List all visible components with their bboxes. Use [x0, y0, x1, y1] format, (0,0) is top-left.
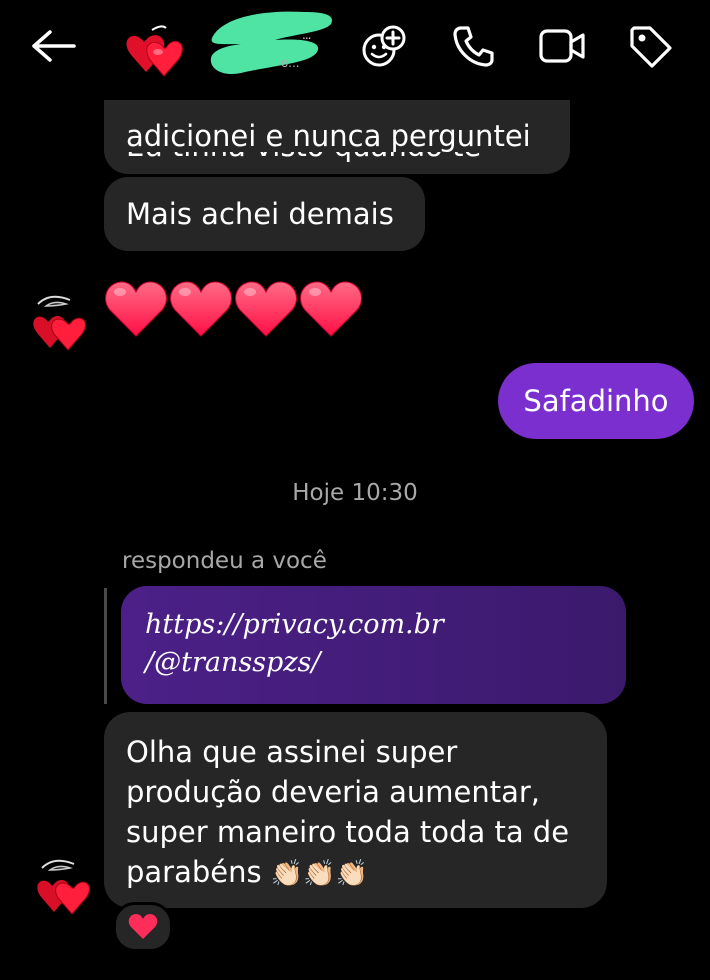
message-text: parabéns: [126, 855, 262, 889]
heart-reaction-icon: [128, 914, 158, 939]
reply-label: respondeu a você: [122, 548, 327, 574]
message-text-cut: Eu tinha visto quando te: [126, 152, 481, 166]
message-text: adicionei e nunca perguntei: [126, 119, 531, 153]
chat-header: ... o...: [0, 0, 710, 100]
message-text-line: produção deveria aumentar,: [126, 775, 541, 809]
clapping-hands-emoji: 👏🏻👏🏻👏🏻: [270, 859, 368, 889]
video-call-icon[interactable]: [538, 26, 586, 66]
heart-icon: [235, 281, 297, 337]
hearts-message[interactable]: [104, 278, 364, 340]
quoted-text-line: /@transspzs/: [145, 647, 321, 678]
heart-icon: [105, 281, 167, 337]
contact-avatar[interactable]: [122, 18, 192, 82]
reply-indicator-bar: [104, 588, 107, 704]
gif-sticker-icon[interactable]: [361, 24, 409, 70]
contact-name-redacted[interactable]: [205, 6, 335, 78]
heart-icon: [300, 281, 362, 337]
timestamp: Hoje 10:30: [292, 480, 418, 506]
reaction-badge[interactable]: [113, 902, 173, 952]
phone-icon[interactable]: [451, 24, 495, 68]
quoted-message[interactable]: https://privacy.com.br /@transspzs/: [121, 586, 626, 704]
message-text-line: super maneiro toda toda ta de: [126, 815, 570, 849]
heart-icon: [170, 281, 232, 337]
message-text: Mais achei demais: [126, 197, 394, 231]
message-bubble-incoming[interactable]: Olha que assinei super produção deveria …: [104, 712, 607, 908]
quoted-text-line: https://privacy.com.br: [145, 609, 444, 640]
sender-avatar[interactable]: [30, 288, 96, 358]
message-text: Safadinho: [523, 384, 669, 418]
sender-avatar[interactable]: [34, 852, 100, 922]
arrow-left-icon[interactable]: [30, 28, 76, 64]
message-text-line: parabéns 👏🏻👏🏻👏🏻: [126, 852, 585, 894]
message-bubble-incoming[interactable]: Mais achei demais: [104, 177, 425, 251]
contact-name-dots: ...: [302, 28, 312, 42]
message-text-line: Olha que assinei super: [126, 735, 458, 769]
tag-icon[interactable]: [628, 24, 674, 70]
message-bubble-outgoing[interactable]: Safadinho: [498, 363, 694, 439]
contact-status-dots: o...: [281, 56, 300, 70]
